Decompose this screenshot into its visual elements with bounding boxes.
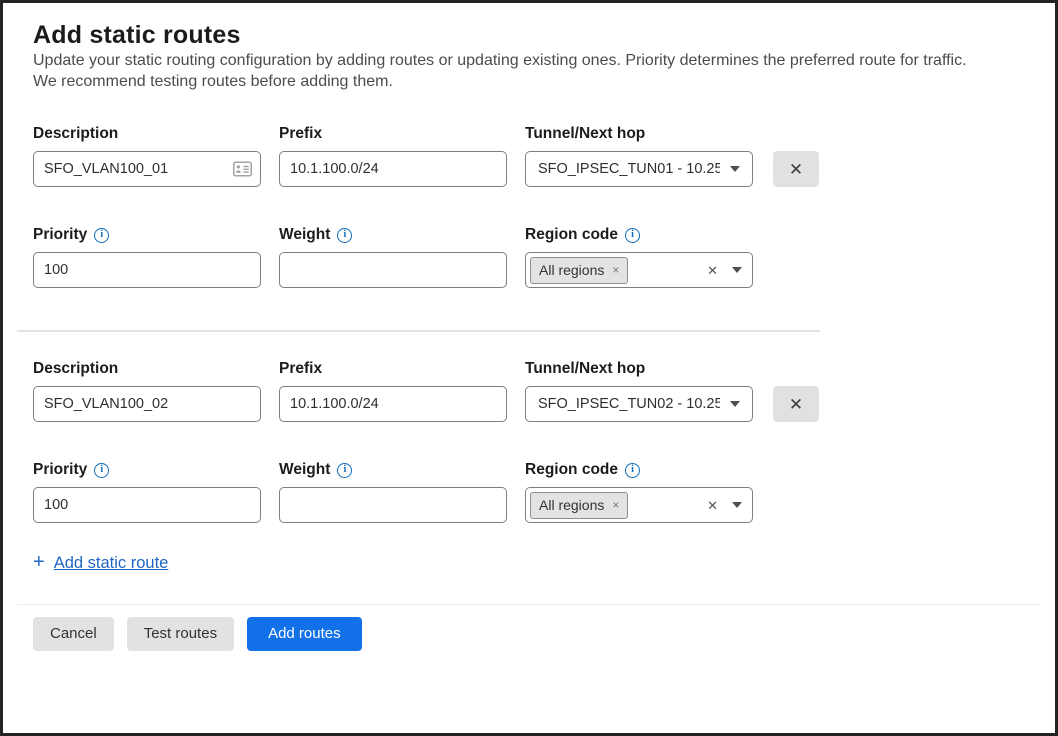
info-icon[interactable]: i bbox=[94, 463, 109, 478]
region-code-combobox[interactable]: All regions × ✕ bbox=[525, 487, 753, 523]
region-code-label: Region code i bbox=[525, 460, 753, 480]
region-chip-label: All regions bbox=[539, 497, 604, 513]
region-chip: All regions × bbox=[530, 492, 628, 519]
chip-remove-icon[interactable]: × bbox=[612, 499, 619, 511]
add-static-route-label: Add static route bbox=[54, 554, 169, 573]
route-2-description-field: Description bbox=[33, 359, 261, 422]
route-2-options-row: Priority i Weight i Region code i bbox=[33, 460, 1025, 523]
close-icon: ✕ bbox=[789, 161, 803, 178]
info-icon[interactable]: i bbox=[337, 228, 352, 243]
description-input[interactable] bbox=[33, 386, 261, 422]
chevron-down-icon bbox=[732, 502, 742, 508]
test-routes-button[interactable]: Test routes bbox=[127, 617, 234, 651]
tunnel-select-value: SFO_IPSEC_TUN02 - 10.25... bbox=[538, 396, 720, 412]
prefix-input[interactable] bbox=[279, 151, 507, 187]
route-1-description-field: Description bbox=[33, 124, 261, 187]
tunnel-select[interactable]: SFO_IPSEC_TUN01 - 10.25... bbox=[525, 151, 753, 187]
region-chip: All regions × bbox=[530, 257, 628, 284]
tunnel-select[interactable]: SFO_IPSEC_TUN02 - 10.25... bbox=[525, 386, 753, 422]
info-icon[interactable]: i bbox=[337, 463, 352, 478]
remove-route-button[interactable]: ✕ bbox=[773, 386, 819, 422]
info-icon[interactable]: i bbox=[625, 228, 640, 243]
clear-selection-icon[interactable]: ✕ bbox=[707, 264, 718, 277]
route-2-prefix-field: Prefix bbox=[279, 359, 507, 422]
add-static-routes-dialog: Add static routes Update your static rou… bbox=[0, 0, 1058, 736]
description-label: Description bbox=[33, 124, 261, 144]
prefix-input[interactable] bbox=[279, 386, 507, 422]
route-2-weight-field: Weight i bbox=[279, 460, 507, 523]
route-section-2: Description Prefix Tunnel/Next hop SFO_I… bbox=[33, 359, 1025, 523]
route-1-tunnel-field: Tunnel/Next hop SFO_IPSEC_TUN01 - 10.25.… bbox=[525, 124, 753, 187]
weight-input[interactable] bbox=[279, 252, 507, 288]
dialog-note: We recommend testing routes before addin… bbox=[33, 71, 1025, 92]
route-1-prefix-field: Prefix bbox=[279, 124, 507, 187]
priority-label: Priority i bbox=[33, 460, 261, 480]
route-1-region-field: Region code i All regions × ✕ bbox=[525, 225, 753, 288]
priority-label: Priority i bbox=[33, 225, 261, 245]
footer-divider bbox=[17, 604, 1041, 605]
dialog-description: Update your static routing configuration… bbox=[33, 50, 1025, 71]
route-2-main-row: Description Prefix Tunnel/Next hop SFO_I… bbox=[33, 359, 1025, 422]
prefix-label: Prefix bbox=[279, 359, 507, 379]
description-label: Description bbox=[33, 359, 261, 379]
region-chip-label: All regions bbox=[539, 262, 604, 278]
remove-route-button[interactable]: ✕ bbox=[773, 151, 819, 187]
contact-card-icon bbox=[233, 162, 252, 177]
footer-actions: Cancel Test routes Add routes bbox=[33, 617, 1025, 651]
tunnel-label: Tunnel/Next hop bbox=[525, 124, 753, 144]
chevron-down-icon bbox=[730, 401, 740, 407]
chevron-down-icon bbox=[730, 166, 740, 172]
route-1-options-row: Priority i Weight i Region code i bbox=[33, 225, 1025, 288]
route-section-1: Description Prefix Tunnel/Next hop SFO_I… bbox=[33, 124, 1025, 288]
cancel-button[interactable]: Cancel bbox=[33, 617, 114, 651]
info-icon[interactable]: i bbox=[94, 228, 109, 243]
chevron-down-icon bbox=[732, 267, 742, 273]
add-routes-button[interactable]: Add routes bbox=[247, 617, 362, 651]
region-code-label: Region code i bbox=[525, 225, 753, 245]
section-divider bbox=[17, 330, 820, 332]
route-1-priority-field: Priority i bbox=[33, 225, 261, 288]
weight-label: Weight i bbox=[279, 225, 507, 245]
page-title: Add static routes bbox=[33, 21, 1025, 50]
route-2-tunnel-field: Tunnel/Next hop SFO_IPSEC_TUN02 - 10.25.… bbox=[525, 359, 753, 422]
chip-remove-icon[interactable]: × bbox=[612, 264, 619, 276]
route-1-weight-field: Weight i bbox=[279, 225, 507, 288]
prefix-label: Prefix bbox=[279, 124, 507, 144]
plus-icon: + bbox=[33, 552, 45, 572]
tunnel-select-value: SFO_IPSEC_TUN01 - 10.25... bbox=[538, 161, 720, 177]
clear-selection-icon[interactable]: ✕ bbox=[707, 499, 718, 512]
close-icon: ✕ bbox=[789, 396, 803, 413]
tunnel-label: Tunnel/Next hop bbox=[525, 359, 753, 379]
priority-input[interactable] bbox=[33, 487, 261, 523]
route-2-region-field: Region code i All regions × ✕ bbox=[525, 460, 753, 523]
add-static-route-link[interactable]: + Add static route bbox=[33, 552, 168, 573]
info-icon[interactable]: i bbox=[625, 463, 640, 478]
description-input[interactable] bbox=[33, 151, 261, 187]
priority-input[interactable] bbox=[33, 252, 261, 288]
weight-label: Weight i bbox=[279, 460, 507, 480]
route-2-priority-field: Priority i bbox=[33, 460, 261, 523]
weight-input[interactable] bbox=[279, 487, 507, 523]
route-1-main-row: Description Prefix Tunnel/Next hop SFO_I… bbox=[33, 124, 1025, 187]
region-code-combobox[interactable]: All regions × ✕ bbox=[525, 252, 753, 288]
